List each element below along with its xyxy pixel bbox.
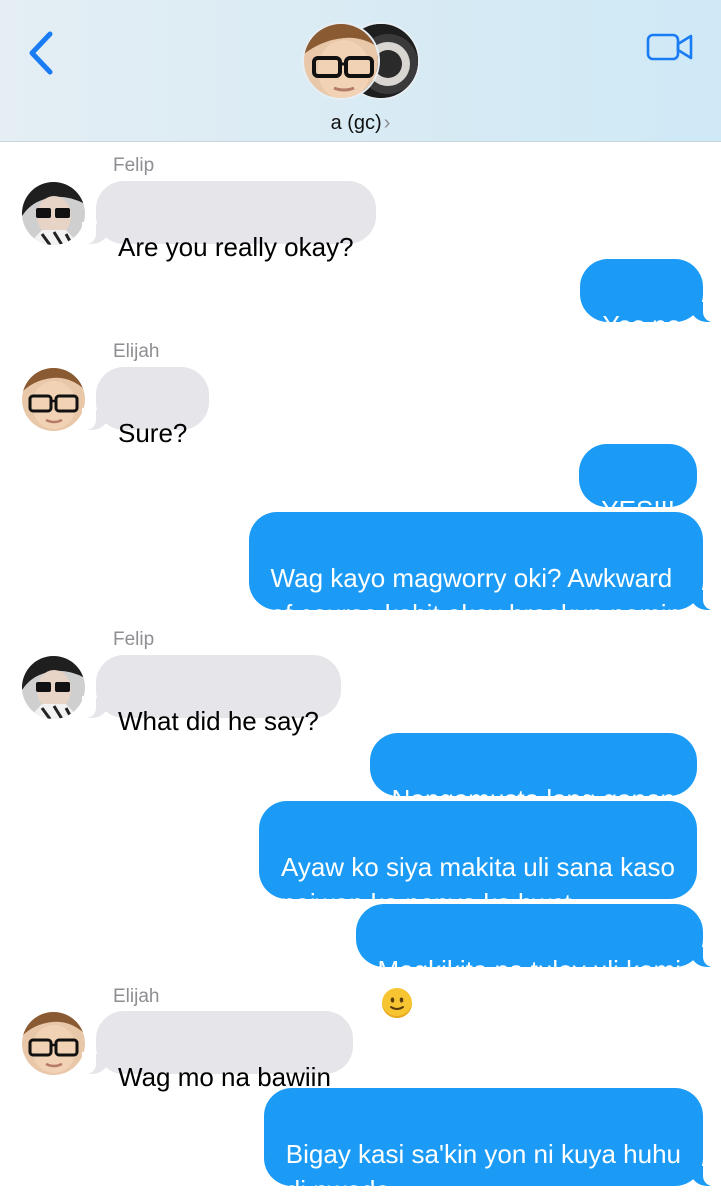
- message-text: What did he say?: [118, 706, 319, 736]
- avatar-felip: [22, 656, 85, 719]
- message-bubble-incoming[interactable]: Are you really okay?: [82, 181, 376, 262]
- avatar-elijah: [22, 368, 85, 431]
- group-name-label: a (gc): [330, 112, 382, 134]
- message-text: Wag kayo magworry oki? Awkward of course…: [270, 563, 681, 629]
- message-bubble-incoming[interactable]: Sure?: [81, 367, 210, 448]
- sender-name: Elijah: [113, 341, 160, 362]
- message-text: Bigay kasi sa'kin yon ni kuya huhu di pw…: [285, 1139, 681, 1200]
- message-text: Yes po: [602, 310, 681, 340]
- message-text: Sure?: [118, 418, 188, 448]
- message-bubble-outgoing[interactable]: Wag kayo magworry oki? Awkward of course…: [248, 512, 718, 629]
- message-bubble-outgoing[interactable]: Magkikita pa tuloy uli kami: [355, 904, 718, 1018]
- sender-name: Elijah: [113, 986, 160, 1007]
- message-bubble-outgoing[interactable]: YES!!!: [579, 444, 697, 525]
- sender-name: Felip: [113, 629, 155, 650]
- video-camera-icon: [646, 33, 693, 61]
- group-name-button[interactable]: a (gc) ›: [0, 112, 721, 135]
- member-avatar-elijah: [302, 22, 380, 100]
- message-bubble-outgoing[interactable]: Bigay kasi sa'kin yon ni kuya huhu di pw…: [263, 1088, 718, 1200]
- back-button[interactable]: [22, 28, 62, 78]
- avatar-elijah: [22, 1012, 85, 1075]
- slightly-smiling-face-icon: [381, 988, 412, 1018]
- imessage-conversation: a (gc) › Felip Are you really okay? Yes p…: [0, 0, 721, 1200]
- group-avatar-stack[interactable]: [302, 22, 420, 102]
- message-bubble-outgoing[interactable]: Ayaw ko siya makita uli sana kaso naiwan…: [258, 801, 697, 918]
- message-bubble-outgoing[interactable]: Nangamusta lang ganon: [369, 733, 697, 814]
- video-call-button[interactable]: [646, 32, 694, 62]
- message-text: Are you really okay?: [118, 232, 354, 262]
- chevron-right-icon: ›: [383, 112, 391, 134]
- message-bubble-outgoing[interactable]: Yes po: [580, 259, 717, 340]
- message-bubble-incoming[interactable]: What did he say?: [82, 655, 341, 736]
- conversation-header: a (gc) ›: [0, 0, 721, 142]
- chevron-left-icon: [29, 31, 53, 75]
- message-bubble-incoming[interactable]: Wag mo na bawiin: [82, 1011, 353, 1092]
- sender-name: Felip: [113, 155, 155, 176]
- message-text: Magkikita pa tuloy uli kami: [377, 955, 681, 985]
- avatar-felip: [22, 182, 85, 245]
